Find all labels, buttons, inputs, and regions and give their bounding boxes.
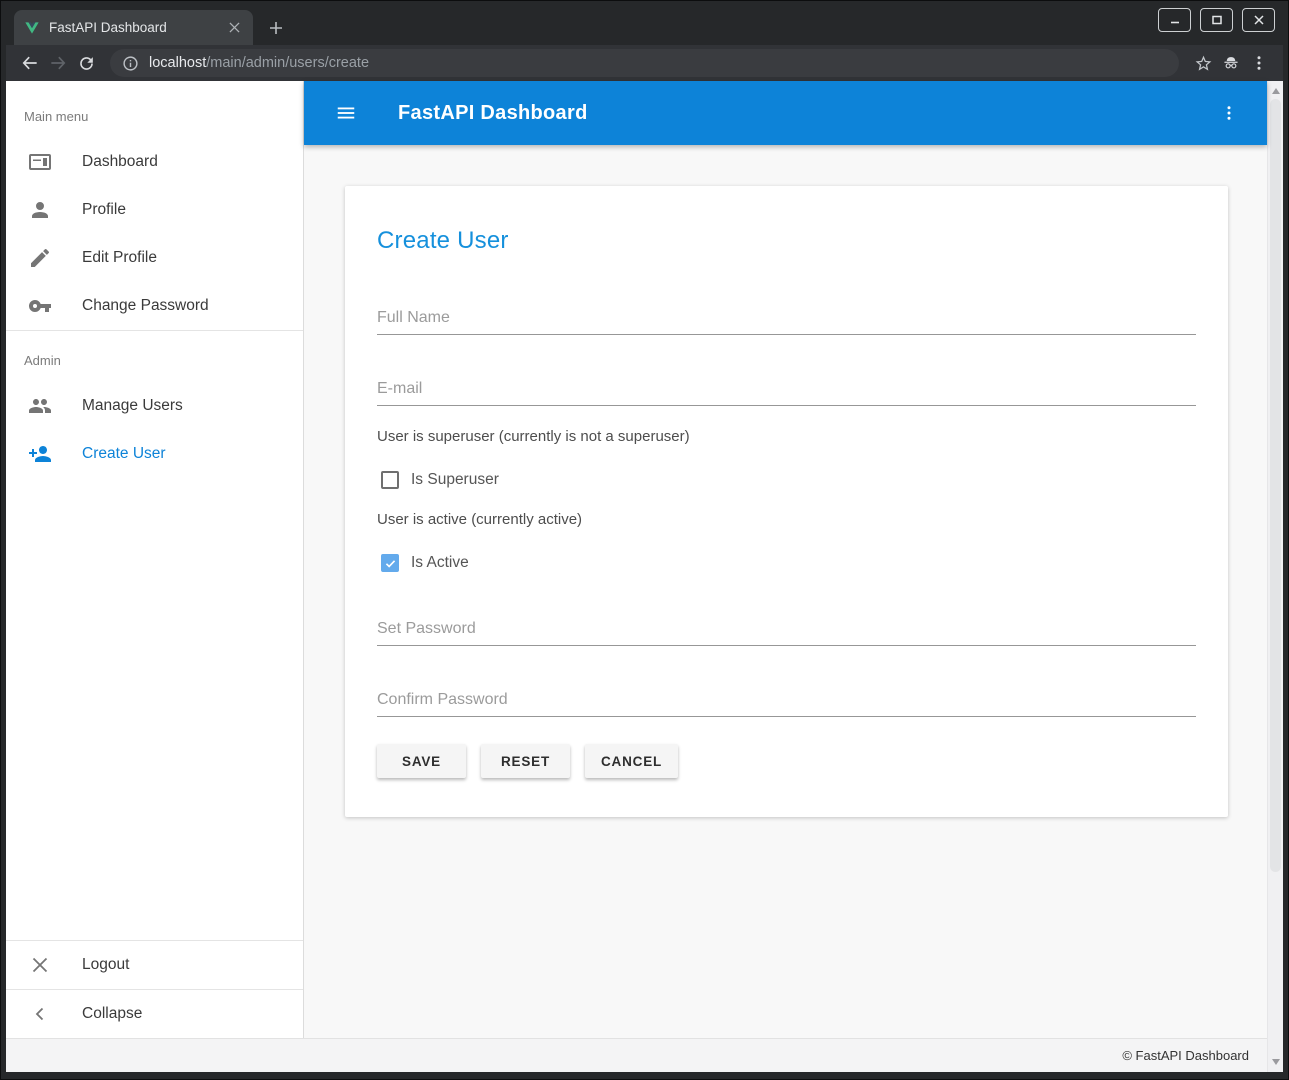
person-add-icon bbox=[28, 442, 52, 466]
check-icon bbox=[384, 557, 397, 570]
tab-close-icon[interactable] bbox=[225, 19, 243, 37]
plus-icon bbox=[269, 21, 283, 35]
sidebar-item-label: Profile bbox=[82, 201, 126, 219]
checkbox-label: Is Active bbox=[411, 554, 469, 572]
sidebar-item-label: Dashboard bbox=[82, 153, 158, 171]
kebab-menu-icon bbox=[1250, 54, 1268, 72]
browser-window: FastAPI Dashboard bbox=[0, 0, 1289, 1080]
superuser-help-text: User is superuser (currently is not a su… bbox=[377, 428, 1196, 445]
is-superuser-checkbox[interactable] bbox=[381, 471, 399, 489]
dashboard-icon bbox=[28, 150, 52, 174]
tab-title: FastAPI Dashboard bbox=[49, 20, 225, 35]
chevron-left-icon bbox=[28, 1002, 52, 1026]
sidebar-item-edit-profile[interactable]: Edit Profile bbox=[6, 234, 303, 282]
back-icon bbox=[20, 53, 40, 73]
sidebar-item-profile[interactable]: Profile bbox=[6, 186, 303, 234]
save-button[interactable]: SAVE bbox=[377, 744, 466, 778]
vue-favicon bbox=[24, 20, 40, 36]
app-menu-button[interactable] bbox=[1211, 95, 1247, 131]
sidebar-item-collapse[interactable]: Collapse bbox=[6, 990, 303, 1038]
sidebar-item-label: Edit Profile bbox=[82, 249, 157, 267]
main-area: FastAPI Dashboard Create User User is su… bbox=[304, 81, 1267, 1038]
browser-toolbar: localhost/main/admin/users/create bbox=[6, 45, 1283, 81]
people-icon bbox=[28, 394, 52, 418]
sidebar-item-label: Logout bbox=[82, 956, 129, 974]
is-active-row[interactable]: Is Active bbox=[377, 554, 1196, 572]
email-field[interactable] bbox=[377, 376, 1196, 406]
maximize-button[interactable] bbox=[1200, 8, 1233, 32]
create-user-card: Create User User is superuser (currently… bbox=[345, 186, 1228, 817]
new-tab-button[interactable] bbox=[263, 15, 289, 41]
kebab-menu-icon bbox=[1220, 104, 1238, 122]
close-window-button[interactable] bbox=[1242, 8, 1275, 32]
page-title: Create User bbox=[377, 227, 1196, 255]
key-icon bbox=[28, 294, 52, 318]
sidebar-item-manage-users[interactable]: Manage Users bbox=[6, 382, 303, 430]
minimize-button[interactable] bbox=[1158, 8, 1191, 32]
sidebar-section-main: Main menu bbox=[6, 87, 303, 138]
sidebar-item-dashboard[interactable]: Dashboard bbox=[6, 138, 303, 186]
sidebar-item-label: Create User bbox=[82, 445, 166, 463]
browser-menu-button[interactable] bbox=[1245, 49, 1273, 77]
sidebar-item-label: Collapse bbox=[82, 1005, 142, 1023]
page-viewport: Main menu Dashboard Profile Edit Profile bbox=[6, 81, 1283, 1072]
sidebar-item-change-password[interactable]: Change Password bbox=[6, 282, 303, 330]
confirm-password-field[interactable] bbox=[377, 687, 1196, 717]
scrollbar-thumb[interactable] bbox=[1270, 99, 1281, 872]
tab-strip: FastAPI Dashboard bbox=[1, 1, 1288, 45]
scroll-up-arrow[interactable] bbox=[1272, 88, 1280, 94]
browser-tab[interactable]: FastAPI Dashboard bbox=[14, 10, 253, 45]
sidebar: Main menu Dashboard Profile Edit Profile bbox=[6, 81, 304, 1038]
copyright-text: © FastAPI Dashboard bbox=[1122, 1048, 1249, 1063]
checkbox-label: Is Superuser bbox=[411, 471, 499, 489]
hamburger-menu-button[interactable] bbox=[328, 95, 364, 131]
star-icon bbox=[1194, 54, 1213, 73]
app-bar: FastAPI Dashboard bbox=[304, 81, 1267, 145]
sidebar-item-logout[interactable]: Logout bbox=[6, 941, 303, 989]
back-button[interactable] bbox=[16, 49, 44, 77]
vertical-scrollbar[interactable] bbox=[1267, 81, 1283, 1072]
cancel-button[interactable]: CANCEL bbox=[585, 744, 678, 778]
minimize-icon bbox=[1169, 14, 1181, 26]
sidebar-item-create-user[interactable]: Create User bbox=[6, 430, 303, 478]
sidebar-spacer bbox=[6, 478, 303, 940]
incognito-icon bbox=[1221, 53, 1241, 73]
scroll-down-arrow[interactable] bbox=[1272, 1059, 1280, 1065]
is-superuser-row[interactable]: Is Superuser bbox=[377, 471, 1196, 489]
window-controls bbox=[1158, 8, 1275, 32]
page-footer: © FastAPI Dashboard bbox=[6, 1038, 1267, 1072]
address-bar[interactable]: localhost/main/admin/users/create bbox=[110, 49, 1179, 77]
pencil-icon bbox=[28, 246, 52, 270]
forward-icon bbox=[48, 53, 68, 73]
sidebar-item-label: Change Password bbox=[82, 297, 209, 315]
info-icon[interactable] bbox=[122, 55, 139, 72]
bookmark-button[interactable] bbox=[1189, 49, 1217, 77]
sidebar-section-admin: Admin bbox=[6, 331, 303, 382]
full-name-field[interactable] bbox=[377, 305, 1196, 335]
app-title: FastAPI Dashboard bbox=[398, 102, 588, 125]
page-content: Create User User is superuser (currently… bbox=[304, 145, 1267, 1038]
close-x-icon bbox=[28, 953, 52, 977]
forward-button[interactable] bbox=[44, 49, 72, 77]
set-password-field[interactable] bbox=[377, 616, 1196, 646]
sidebar-item-label: Manage Users bbox=[82, 397, 183, 415]
incognito-indicator bbox=[1217, 49, 1245, 77]
reload-button[interactable] bbox=[72, 49, 100, 77]
url-text: localhost/main/admin/users/create bbox=[149, 55, 369, 71]
form-actions: SAVE RESET CANCEL bbox=[377, 744, 1196, 778]
close-icon bbox=[1253, 14, 1265, 26]
reload-icon bbox=[77, 54, 96, 73]
reset-button[interactable]: RESET bbox=[481, 744, 570, 778]
person-icon bbox=[28, 198, 52, 222]
active-help-text: User is active (currently active) bbox=[377, 511, 1196, 528]
maximize-icon bbox=[1211, 14, 1223, 26]
hamburger-icon bbox=[335, 102, 357, 124]
is-active-checkbox[interactable] bbox=[381, 554, 399, 572]
